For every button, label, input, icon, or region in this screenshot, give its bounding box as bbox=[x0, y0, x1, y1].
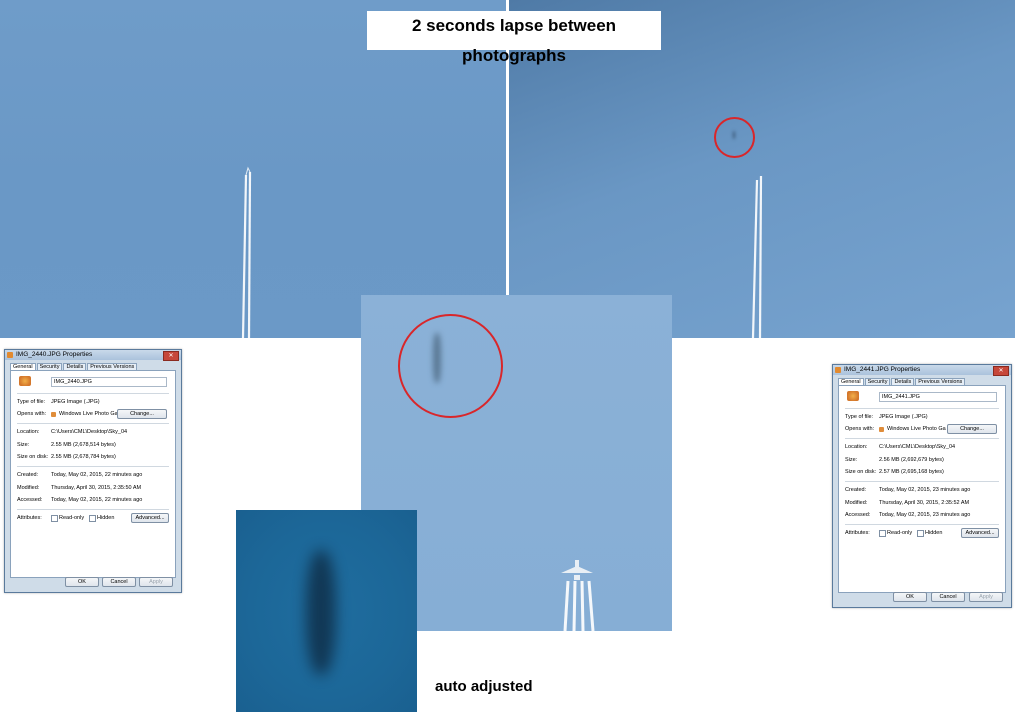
apply-button[interactable]: Apply bbox=[139, 577, 173, 587]
file-type-icon bbox=[847, 391, 859, 401]
caption-auto-adjusted: auto adjusted bbox=[435, 678, 533, 695]
dialog-title: IMG_2440.JPG Properties bbox=[16, 351, 93, 358]
readonly-label: Read-only bbox=[59, 515, 85, 521]
location-value: C:\Users\CML\Desktop\Sky_04 bbox=[51, 429, 128, 435]
location-label: Location: bbox=[17, 429, 40, 435]
heading-text: 2 seconds lapse between photographs bbox=[411, 16, 617, 65]
type-value: JPEG Image (.JPG) bbox=[879, 414, 928, 420]
hidden-label: Hidden bbox=[925, 530, 943, 536]
type-value: JPEG Image (.JPG) bbox=[51, 399, 100, 405]
dialog-titlebar[interactable]: IMG_2441.JPG Properties ✕ bbox=[833, 365, 1011, 376]
advanced-button[interactable]: Advanced... bbox=[131, 513, 169, 523]
disk-value: 2.55 MB (2,678,784 bytes) bbox=[51, 454, 116, 460]
hidden-checkbox[interactable] bbox=[917, 530, 924, 537]
modified-value: Thursday, April 30, 2015, 2:35:50 AM bbox=[51, 485, 142, 491]
accessed-label: Accessed: bbox=[845, 512, 871, 518]
created-label: Created: bbox=[17, 472, 39, 478]
unidentified-object-zoom bbox=[306, 550, 336, 675]
cancel-button[interactable]: Cancel bbox=[102, 577, 136, 587]
readonly-checkbox[interactable] bbox=[51, 515, 58, 522]
ok-button[interactable]: OK bbox=[65, 577, 99, 587]
hidden-label: Hidden bbox=[97, 515, 115, 521]
image-file-icon bbox=[7, 352, 13, 358]
accessed-label: Accessed: bbox=[17, 497, 43, 503]
modified-value: Thursday, April 30, 2015, 2:35:52 AM bbox=[879, 500, 970, 506]
properties-dialog-2[interactable]: IMG_2441.JPG Properties ✕ General Securi… bbox=[832, 364, 1012, 608]
image-file-icon bbox=[835, 367, 841, 373]
photo-gallery-icon bbox=[879, 427, 884, 432]
ok-button[interactable]: OK bbox=[893, 592, 927, 602]
change-button[interactable]: Change... bbox=[117, 409, 167, 419]
photo-gallery-icon bbox=[51, 412, 56, 417]
attributes-label: Attributes: bbox=[17, 515, 42, 521]
size-value: 2.55 MB (2,678,514 bytes) bbox=[51, 442, 116, 448]
created-label: Created: bbox=[845, 487, 867, 493]
general-panel: IMG_2440.JPG Type of file: JPEG Image (.… bbox=[10, 370, 176, 578]
size-label: Size: bbox=[17, 442, 30, 448]
filename-field[interactable]: IMG_2441.JPG bbox=[879, 392, 997, 402]
hidden-checkbox[interactable] bbox=[89, 515, 96, 522]
general-panel: IMG_2441.JPG Type of file: JPEG Image (.… bbox=[838, 385, 1006, 593]
created-value: Today, May 02, 2015, 23 minutes ago bbox=[879, 487, 971, 493]
modified-label: Modified: bbox=[845, 500, 868, 506]
advanced-button[interactable]: Advanced... bbox=[961, 528, 999, 538]
close-button[interactable]: ✕ bbox=[163, 351, 179, 361]
auto-adjusted-crop bbox=[236, 510, 417, 712]
attributes-label: Attributes: bbox=[845, 530, 870, 536]
opens-value: Windows Live Photo Ga bbox=[59, 411, 118, 417]
contrail-2 bbox=[751, 175, 763, 338]
type-label: Type of file: bbox=[845, 414, 874, 420]
disk-label: Size on disk: bbox=[17, 454, 49, 460]
accessed-value: Today, May 02, 2015, 23 minutes ago bbox=[879, 512, 971, 518]
unidentified-object-1 bbox=[733, 131, 735, 139]
sky-photo-2 bbox=[509, 0, 1015, 338]
created-value: Today, May 02, 2015, 22 minutes ago bbox=[51, 472, 143, 478]
size-label: Size: bbox=[845, 457, 858, 463]
change-button[interactable]: Change... bbox=[947, 424, 997, 434]
opens-label: Opens with: bbox=[17, 411, 47, 417]
accessed-value: Today, May 02, 2015, 22 minutes ago bbox=[51, 497, 143, 503]
modified-label: Modified: bbox=[17, 485, 40, 491]
close-button[interactable]: ✕ bbox=[993, 366, 1009, 376]
file-type-icon bbox=[19, 376, 31, 386]
properties-dialog-1[interactable]: IMG_2440.JPG Properties ✕ General Securi… bbox=[4, 349, 182, 593]
readonly-label: Read-only bbox=[887, 530, 913, 536]
location-label: Location: bbox=[845, 444, 868, 450]
location-value: C:\Users\CML\Desktop\Sky_04 bbox=[879, 444, 956, 450]
sky-photo-1 bbox=[0, 0, 506, 338]
readonly-checkbox[interactable] bbox=[879, 530, 886, 537]
disk-label: Size on disk: bbox=[845, 469, 877, 475]
apply-button[interactable]: Apply bbox=[969, 592, 1003, 602]
opens-value: Windows Live Photo Ga bbox=[887, 426, 946, 432]
disk-value: 2.57 MB (2,695,168 bytes) bbox=[879, 469, 944, 475]
dialog-title: IMG_2441.JPG Properties bbox=[844, 366, 921, 373]
size-value: 2.56 MB (2,692,679 bytes) bbox=[879, 457, 944, 463]
contrail-1 bbox=[241, 166, 252, 338]
cancel-button[interactable]: Cancel bbox=[931, 592, 965, 602]
filename-field[interactable]: IMG_2440.JPG bbox=[51, 377, 167, 387]
type-label: Type of file: bbox=[17, 399, 46, 405]
opens-label: Opens with: bbox=[845, 426, 875, 432]
dialog-titlebar[interactable]: IMG_2440.JPG Properties ✕ bbox=[5, 350, 181, 361]
